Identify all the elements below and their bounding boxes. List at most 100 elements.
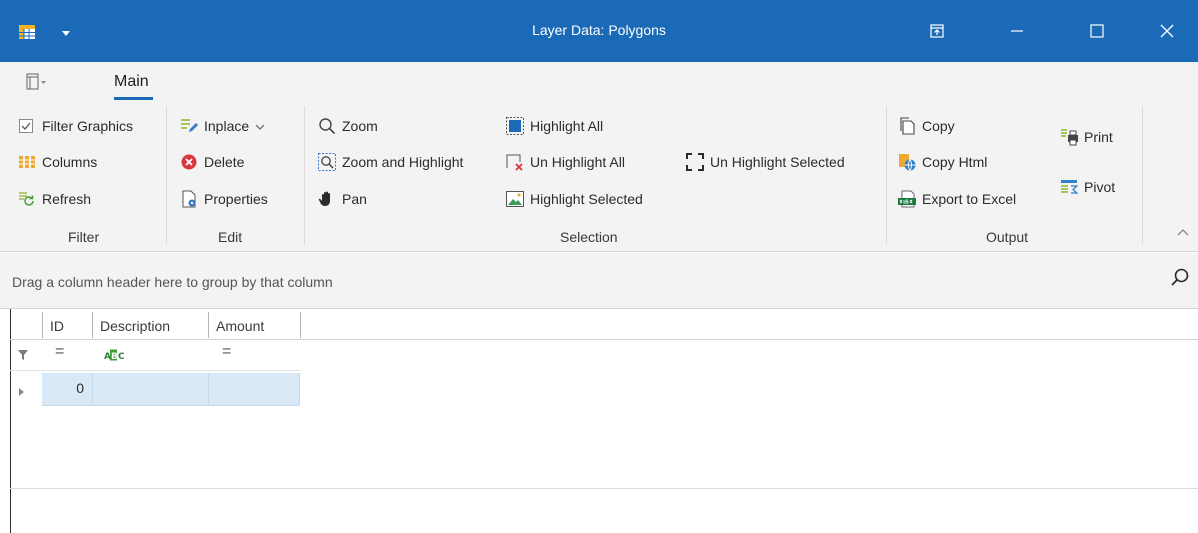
properties-icon (180, 190, 198, 208)
columns-label: Columns (42, 154, 98, 170)
filter-graphics-label: Filter Graphics (42, 118, 134, 134)
column-header-description[interactable]: Description (94, 313, 208, 339)
group-label-output: Output (986, 229, 1029, 245)
zoom-highlight-icon (318, 153, 336, 171)
refresh-label: Refresh (42, 191, 92, 207)
minimize-button[interactable] (986, 0, 1048, 62)
highlight-all-button[interactable]: Highlight All (506, 115, 603, 137)
copy-label: Copy (922, 118, 955, 134)
print-icon (1060, 128, 1078, 146)
column-separator (300, 312, 301, 338)
print-label: Print (1084, 129, 1113, 145)
column-header-id[interactable]: ID (44, 313, 92, 339)
close-icon (1159, 23, 1175, 39)
un-highlight-all-label: Un Highlight All (530, 154, 625, 170)
un-highlight-selected-button[interactable]: Un Highlight Selected (686, 151, 845, 173)
data-grid (10, 309, 1198, 533)
group-label-selection: Selection (560, 229, 618, 245)
highlight-selected-icon (506, 190, 524, 208)
un-highlight-all-button[interactable]: Un Highlight All (506, 151, 625, 173)
pan-hand-icon (318, 190, 336, 208)
zoom-and-highlight-label: Zoom and Highlight (342, 154, 464, 170)
properties-label: Properties (204, 191, 268, 207)
cell-divider (208, 373, 209, 406)
refresh-grid-icon (18, 190, 36, 208)
search-icon[interactable] (1170, 268, 1190, 291)
export-to-excel-label: Export to Excel (922, 191, 1017, 207)
print-button[interactable]: Print (1060, 126, 1113, 148)
group-separator (304, 106, 305, 244)
column-separator (42, 312, 43, 338)
pan-button[interactable]: Pan (318, 188, 367, 210)
chevron-down-icon (255, 118, 265, 134)
delete-label: Delete (204, 154, 245, 170)
pan-label: Pan (342, 191, 367, 207)
copy-icon (898, 117, 916, 135)
header-divider (10, 339, 1198, 340)
highlight-selected-button[interactable]: Highlight Selected (506, 188, 643, 210)
pin-window-button[interactable] (906, 0, 968, 62)
svg-text:B: B (111, 352, 118, 361)
maximize-icon (1089, 23, 1105, 39)
group-label-filter: Filter (68, 229, 100, 245)
active-tab-indicator (114, 97, 153, 100)
inplace-label: Inplace (204, 118, 250, 134)
highlight-all-label: Highlight All (530, 118, 604, 134)
cell-divider (92, 373, 93, 406)
minimize-icon (1009, 23, 1025, 39)
grid-footer-divider (10, 488, 1198, 489)
group-label-edit: Edit (218, 229, 243, 245)
filter-row-divider (10, 370, 300, 371)
column-separator (92, 312, 93, 338)
column-header-amount[interactable]: Amount (210, 313, 300, 339)
group-separator (1142, 106, 1143, 244)
excel-xlsx-icon (898, 190, 916, 208)
export-to-excel-button[interactable]: Export to Excel (898, 188, 1016, 210)
app-menu-icon[interactable] (26, 73, 48, 91)
copy-html-label: Copy Html (922, 154, 988, 170)
filter-row-icon (17, 348, 29, 364)
collapse-ribbon-icon[interactable] (1176, 224, 1190, 240)
tab-main[interactable]: Main (114, 73, 149, 91)
group-separator (166, 106, 167, 244)
text-filter-abc-icon[interactable]: A B C (104, 348, 125, 364)
row-indicator-icon (18, 384, 26, 400)
zoom-and-highlight-button[interactable]: Zoom and Highlight (318, 151, 463, 173)
id-filter-operator[interactable]: = (55, 343, 64, 361)
zoom-label: Zoom (342, 118, 378, 134)
copy-html-button[interactable]: Copy Html (898, 151, 987, 173)
svg-text:A: A (104, 352, 111, 361)
zoom-button[interactable]: Zoom (318, 115, 378, 137)
delete-button[interactable]: Delete (180, 151, 244, 173)
amount-filter-operator[interactable]: = (222, 343, 231, 361)
svg-text:C: C (118, 352, 124, 361)
delete-icon (180, 153, 198, 171)
inplace-dropdown-button[interactable]: Inplace (180, 115, 265, 137)
maximize-button[interactable] (1066, 0, 1128, 62)
filter-graphics-checkbox[interactable]: Filter Graphics (18, 115, 133, 137)
columns-icon (18, 153, 36, 171)
columns-button[interactable]: Columns (18, 151, 97, 173)
refresh-button[interactable]: Refresh (18, 188, 91, 210)
highlight-all-icon (506, 117, 524, 135)
selection-brackets-icon (686, 153, 704, 171)
copy-html-icon (898, 153, 916, 171)
un-highlight-selected-label: Un Highlight Selected (710, 154, 845, 170)
un-highlight-all-icon (506, 153, 524, 171)
checkbox-checked-icon (18, 117, 36, 135)
pivot-label: Pivot (1084, 179, 1116, 195)
zoom-icon (318, 117, 336, 135)
table-row-id-cell[interactable]: 0 (42, 380, 84, 396)
close-button[interactable] (1136, 0, 1198, 62)
copy-button[interactable]: Copy (898, 115, 955, 137)
title-bar: Layer Data: Polygons (0, 0, 1198, 62)
group-by-hint: Drag a column header here to group by th… (12, 274, 333, 290)
inplace-edit-icon (180, 117, 198, 135)
pin-window-icon (930, 24, 944, 38)
properties-button[interactable]: Properties (180, 188, 268, 210)
pivot-icon (1060, 178, 1078, 196)
highlight-selected-label: Highlight Selected (530, 191, 643, 207)
group-separator (886, 106, 887, 244)
column-separator (208, 312, 209, 338)
pivot-button[interactable]: Pivot (1060, 176, 1115, 198)
